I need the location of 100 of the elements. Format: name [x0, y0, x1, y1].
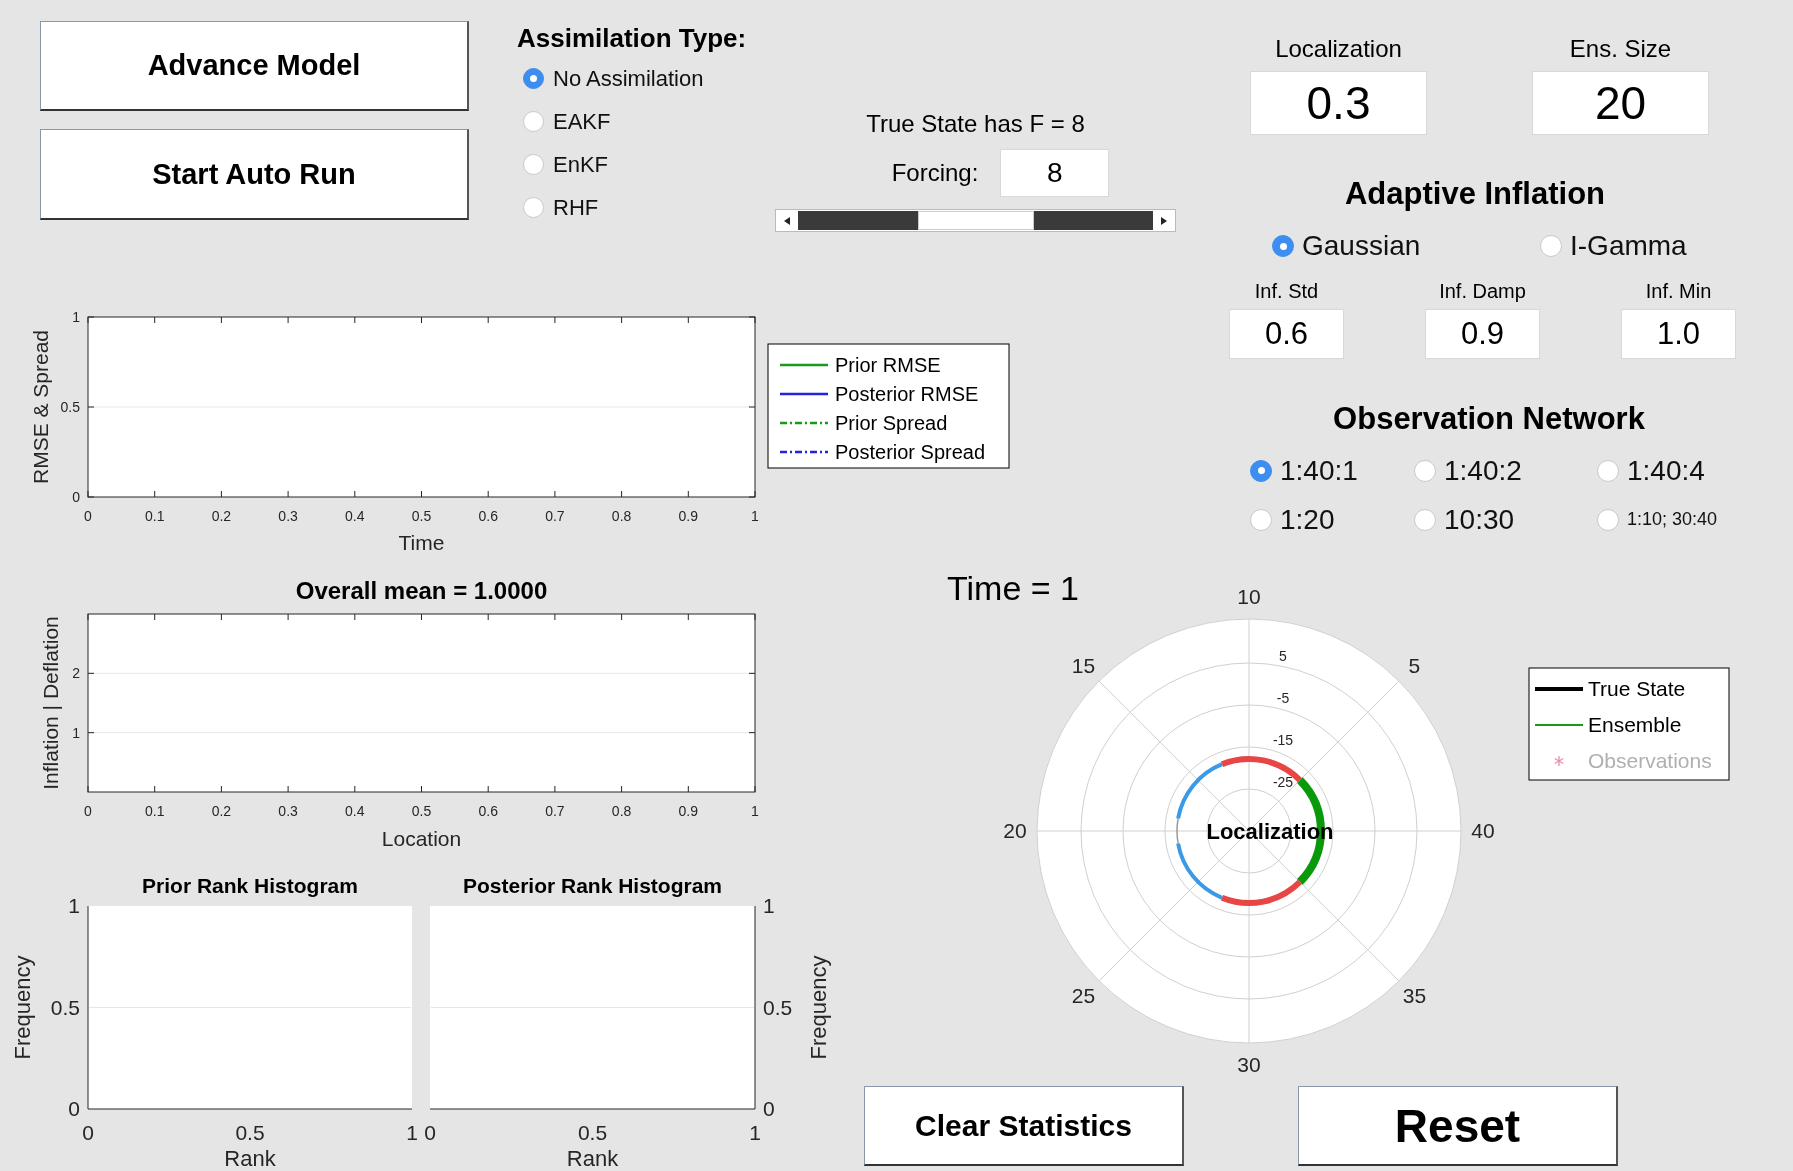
radio-label[interactable]: 1:40:2 [1444, 454, 1522, 487]
section-title: Observation Network [1332, 402, 1646, 436]
tick-label: -15 [1272, 732, 1294, 748]
localization-field[interactable]: 0.3 [1250, 71, 1427, 135]
tick-label: 0.7 [545, 803, 565, 819]
legend-label: Posterior RMSE [835, 383, 979, 405]
axis-label: RMSE & Spread [29, 329, 52, 485]
tick-label: 0.5 [763, 995, 793, 1019]
axis-label: Inflation | Deflation [39, 616, 62, 790]
angle-label: 20 [1003, 819, 1027, 842]
radio-label[interactable]: No Assimilation [553, 65, 704, 92]
radio-button[interactable] [1414, 459, 1436, 482]
tick-label: 0 [84, 803, 92, 819]
angle-label: 10 [1237, 585, 1261, 608]
number-field[interactable]: 1.0 [1621, 309, 1736, 359]
radio-button[interactable] [523, 111, 544, 132]
radio-label[interactable]: RHF [553, 194, 599, 221]
radio-label[interactable]: 1:20 [1280, 503, 1335, 536]
radio-button[interactable] [1272, 235, 1294, 257]
radio-button[interactable] [523, 154, 544, 175]
tick-label: 0.4 [345, 508, 365, 524]
tick-label: 0 [68, 1097, 80, 1121]
clear-statistics-button[interactable]: Clear Statistics [864, 1086, 1184, 1166]
tick-label: 0.7 [545, 508, 565, 524]
radio-button[interactable] [523, 197, 544, 218]
radio-label[interactable]: 10:30 [1444, 503, 1515, 536]
tick-label: 1 [751, 803, 759, 819]
status-text: True State has F = 8 [866, 110, 1085, 138]
axis-label: Rank [566, 1146, 619, 1171]
forcing-slider[interactable] [775, 209, 1176, 232]
reset-button[interactable]: Reset [1298, 1086, 1618, 1166]
legend-label: Prior Spread [835, 412, 948, 434]
tick-label: 1 [406, 1121, 418, 1144]
chart-title: Prior Rank Histogram [142, 874, 358, 897]
radio-button[interactable] [523, 68, 544, 89]
section-title: Adaptive Inflation [1343, 177, 1607, 211]
angle-label: 5 [1408, 653, 1421, 677]
tick-label: 1 [751, 508, 759, 524]
tick-label: 0.6 [478, 508, 498, 524]
ensemble-size-field[interactable]: 20 [1532, 71, 1709, 135]
field-label: Forcing: [891, 159, 979, 187]
auto-run-button[interactable]: Start Auto Run [40, 129, 469, 220]
tick-label: 0.3 [278, 803, 298, 819]
tick-label: 1 [68, 894, 80, 918]
tick-label: 0 [82, 1121, 94, 1144]
tick-label: 1 [763, 894, 775, 918]
tick-label: -25 [1272, 774, 1294, 790]
radio-label[interactable]: EnKF [553, 151, 609, 178]
advance-model-button[interactable]: Advance Model [40, 21, 469, 111]
radio-button[interactable] [1597, 459, 1619, 482]
axis-label: Frequency [806, 955, 831, 1060]
tick-label: 0 [763, 1097, 775, 1121]
tick-label: 0.5 [411, 803, 432, 819]
tick-label: 0.9 [678, 803, 699, 819]
axis-label: Frequency [10, 955, 35, 1060]
tick-label: 1 [72, 308, 80, 325]
field-label: Inf. Min [1645, 279, 1712, 303]
right-arrow-icon [1161, 216, 1167, 225]
radio-label[interactable]: Gaussian [1302, 230, 1421, 262]
tick-label: 1 [749, 1121, 761, 1144]
radio-label[interactable]: 1:40:1 [1280, 454, 1358, 487]
radio-button[interactable] [1414, 508, 1436, 531]
radio-label[interactable]: EAKF [553, 108, 611, 135]
tick-label: 0.5 [60, 398, 80, 415]
chart-title: Overall mean = 1.0000 [295, 577, 548, 604]
axis-label: Location [381, 827, 462, 850]
radio-button[interactable] [1540, 235, 1562, 257]
radio-button[interactable] [1250, 508, 1272, 531]
tick-label: 0.6 [478, 803, 498, 819]
angle-label: 25 [1071, 984, 1096, 1008]
angle-label: 40 [1471, 819, 1495, 842]
radio-button[interactable] [1597, 508, 1619, 531]
radio-label[interactable]: I-Gamma [1570, 230, 1687, 262]
tick-label: 0.1 [144, 508, 165, 524]
tick-label: 0.5 [50, 995, 80, 1019]
number-field[interactable]: 0.9 [1425, 309, 1540, 359]
angle-label: 30 [1237, 1053, 1261, 1075]
field-label: Localization [1275, 35, 1402, 63]
slider-thumb[interactable] [917, 211, 1034, 230]
radio-label[interactable]: 1:40:4 [1627, 454, 1705, 487]
number-field[interactable]: 0.6 [1229, 309, 1344, 359]
tick-label: -5 [1276, 690, 1290, 706]
forcing-field[interactable]: 8 [1000, 149, 1110, 197]
radio-button[interactable] [1250, 459, 1272, 482]
tick-label: 1 [72, 724, 80, 741]
left-arrow-icon [784, 216, 790, 225]
axis-label: Rank [224, 1146, 276, 1171]
tick-label: 0.3 [278, 508, 298, 524]
field-label: Ens. Size [1569, 35, 1672, 63]
angle-label: 15 [1071, 653, 1096, 677]
radio-label[interactable]: 1:10; 30:40 [1627, 509, 1718, 530]
tick-label: 2 [72, 665, 80, 682]
tick-label: 0 [424, 1121, 436, 1144]
field-label: Inf. Std [1254, 279, 1319, 303]
tick-label: 0.8 [611, 803, 632, 819]
tick-label: 0.5 [577, 1121, 608, 1144]
tick-label: 0.5 [235, 1121, 265, 1144]
tick-label: 0.8 [611, 508, 632, 524]
field-label: Inf. Damp [1439, 279, 1526, 303]
tick-label: 0.1 [144, 803, 165, 819]
